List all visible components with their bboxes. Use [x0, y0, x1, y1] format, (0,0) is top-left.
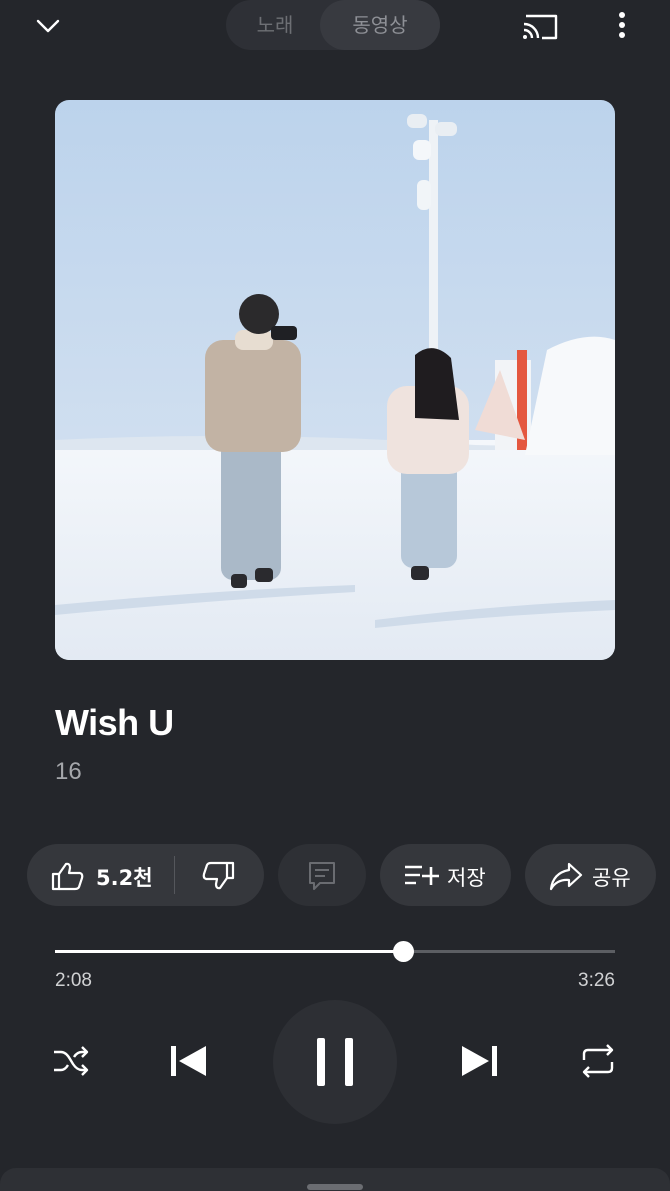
- dislike-button[interactable]: [175, 844, 264, 906]
- seek-bar[interactable]: [55, 941, 615, 962]
- playlist-add-icon: [405, 865, 439, 885]
- tab-song[interactable]: 노래: [226, 0, 324, 50]
- action-bar: 5.2천 저장 공유: [0, 844, 670, 906]
- like-dislike-group: 5.2천: [27, 844, 264, 906]
- save-label: 저장: [447, 866, 486, 890]
- more-vert-icon[interactable]: [606, 10, 638, 42]
- pause-button[interactable]: [273, 1000, 397, 1124]
- track-artist[interactable]: 16: [55, 758, 82, 786]
- seek-bar-thumb[interactable]: [392, 941, 414, 962]
- cast-icon[interactable]: [520, 10, 560, 42]
- pause-icon: [317, 1038, 325, 1086]
- thumbs-up-icon: [51, 862, 84, 891]
- song-video-toggle: 노래 동영상: [226, 0, 440, 50]
- shuffle-icon[interactable]: [52, 1044, 90, 1078]
- comment-icon: [309, 862, 335, 890]
- share-icon: [549, 862, 583, 891]
- chevron-down-icon[interactable]: [34, 12, 62, 40]
- comment-button[interactable]: [278, 844, 366, 906]
- album-artwork: [55, 100, 615, 660]
- thumbs-down-icon: [202, 861, 235, 890]
- like-button[interactable]: 5.2천: [27, 844, 175, 906]
- playback-controls: [0, 1000, 670, 1124]
- next-track-icon[interactable]: [460, 1044, 500, 1078]
- like-count: 5.2천: [96, 866, 153, 890]
- repeat-icon[interactable]: [578, 1044, 618, 1078]
- current-time: 2:08: [55, 970, 92, 991]
- share-label: 공유: [592, 866, 631, 890]
- player-top-bar: 노래 동영상: [0, 0, 670, 52]
- seek-bar-progress: [55, 950, 403, 953]
- previous-track-icon[interactable]: [168, 1044, 208, 1078]
- save-button[interactable]: 저장: [380, 844, 511, 906]
- pause-icon-bar: [345, 1038, 353, 1086]
- total-time: 3:26: [578, 970, 615, 991]
- up-next-sheet[interactable]: [0, 1168, 670, 1191]
- sheet-drag-handle[interactable]: [307, 1184, 363, 1190]
- tab-video[interactable]: 동영상: [320, 0, 440, 50]
- share-button[interactable]: 공유: [525, 844, 656, 906]
- track-title: Wish U: [55, 702, 174, 743]
